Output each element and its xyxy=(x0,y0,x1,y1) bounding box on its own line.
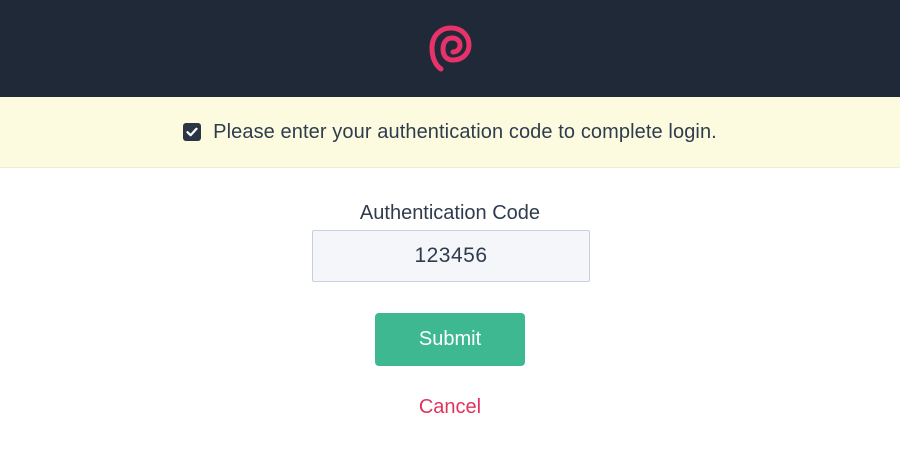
cancel-row: Cancel xyxy=(0,396,900,419)
cancel-link[interactable]: Cancel xyxy=(419,396,481,418)
brand-logo-icon[interactable] xyxy=(424,22,476,74)
auth-notice-banner: Please enter your authentication code to… xyxy=(0,97,900,168)
checkbox-checked-icon xyxy=(183,123,202,141)
submit-button[interactable]: Submit xyxy=(375,313,525,366)
auth-code-form: Authentication Code Submit Cancel xyxy=(0,168,900,464)
auth-code-label: Authentication Code xyxy=(359,202,541,224)
notice-message: Please enter your authentication code to… xyxy=(213,120,717,143)
top-header xyxy=(0,0,900,97)
auth-code-input[interactable] xyxy=(312,230,590,282)
